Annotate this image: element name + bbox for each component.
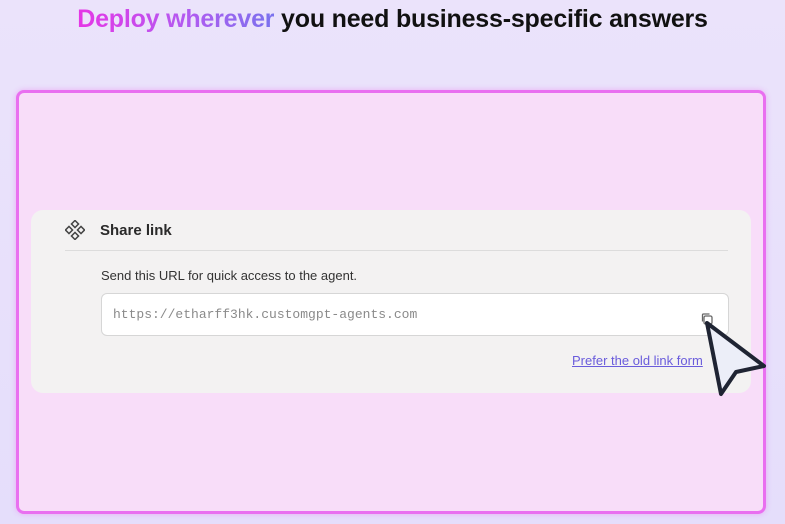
card-header: Share link xyxy=(65,210,728,251)
share-link-card: Share link Send this URL for quick acces… xyxy=(31,210,751,393)
prefer-old-link[interactable]: Prefer the old link form xyxy=(572,353,703,368)
headline-highlight: Deploy wherever xyxy=(77,5,275,33)
mouse-pointer-icon xyxy=(705,321,766,396)
share-url-field[interactable]: https://etharff3hk.customgpt-agents.com xyxy=(101,293,729,336)
headline-rest: you need business-specific answers xyxy=(274,5,708,33)
diamond-cluster-icon xyxy=(65,220,85,240)
headline: Deploy wherever you need business-specif… xyxy=(0,5,785,34)
card-description: Send this URL for quick access to the ag… xyxy=(101,268,358,283)
share-url-text[interactable]: https://etharff3hk.customgpt-agents.com xyxy=(113,307,417,322)
card-title: Share link xyxy=(100,221,172,239)
